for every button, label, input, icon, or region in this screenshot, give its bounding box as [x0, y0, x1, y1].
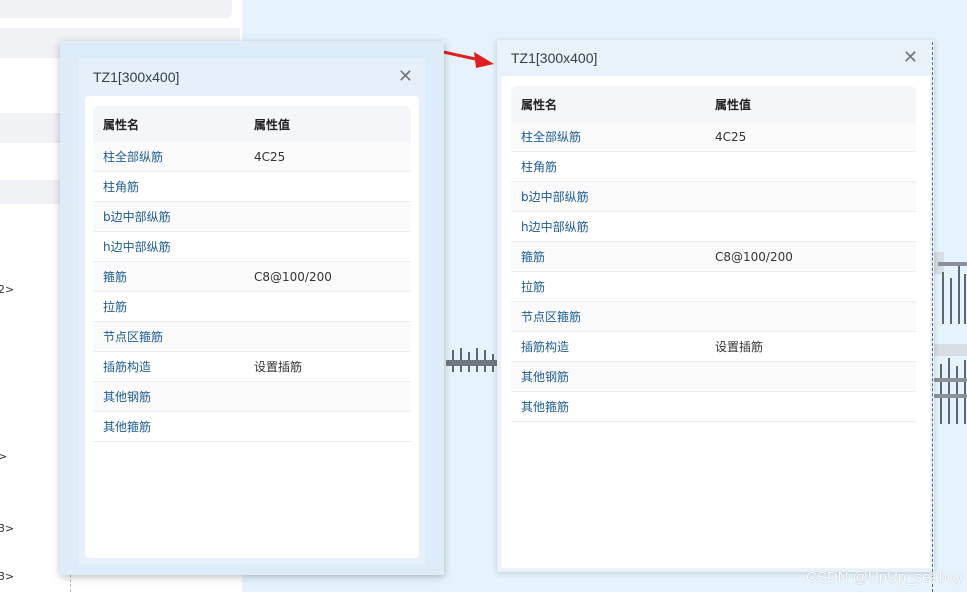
table-row[interactable]: 箍筋 C8@100/200 [511, 242, 916, 272]
selection-guide-line [932, 42, 933, 592]
property-name: 柱角筋 [521, 160, 558, 174]
table-row[interactable]: 插筋构造 设置插筋 [93, 352, 411, 382]
property-value: C8@100/200 [715, 249, 793, 264]
property-name: 其他钢筋 [521, 370, 570, 384]
property-name: 插筋构造 [103, 360, 152, 374]
property-name: 插筋构造 [521, 340, 570, 354]
column-header-name: 属性名 [103, 117, 140, 132]
table-body: 柱全部纵筋 4C25 柱角筋 b边中部纵筋 h边中部纵筋 箍筋 C8@100/200… [511, 122, 916, 422]
table-row[interactable]: 插筋构造 设置插筋 [511, 332, 916, 362]
tree-expand-marker[interactable]: 2> [0, 283, 14, 296]
property-name: 其他箍筋 [521, 400, 570, 414]
property-name: 其他箍筋 [103, 420, 152, 434]
table-row[interactable]: 柱角筋 [511, 152, 916, 182]
tree-expand-marker[interactable]: 3> [0, 522, 14, 535]
column-header-value: 属性值 [254, 117, 291, 132]
table-row[interactable]: 柱全部纵筋 4C25 [511, 122, 916, 152]
property-window-original[interactable]: TZ1[300x400] ✕ 属性名 属性值 柱全部纵筋 4C25 柱角筋 b边中… [60, 41, 444, 575]
window-header[interactable]: TZ1[300x400] ✕ [79, 58, 425, 96]
property-name: b边中部纵筋 [521, 190, 589, 204]
property-name: 箍筋 [103, 270, 128, 284]
table-header: 属性名 属性值 [511, 86, 916, 122]
property-value: C8@100/200 [254, 269, 332, 284]
window-title: TZ1[300x400] [511, 50, 598, 66]
property-table-container: 属性名 属性值 柱全部纵筋 4C25 柱角筋 b边中部纵筋 h边中部纵筋 箍筋 C8… [85, 96, 419, 558]
table-row[interactable]: h边中部纵筋 [511, 212, 916, 242]
property-name: 柱角筋 [103, 180, 140, 194]
property-name: h边中部纵筋 [521, 220, 589, 234]
property-value: 4C25 [254, 149, 286, 164]
column-header-value: 属性值 [715, 97, 752, 112]
property-value: 设置插筋 [254, 360, 303, 374]
tree-expand-marker[interactable]: > [0, 450, 7, 463]
watermark: CSDN @UpUp_seaboy [806, 569, 963, 586]
rebar-model-fragment [446, 344, 498, 372]
property-name: 柱全部纵筋 [103, 150, 164, 164]
property-value: 4C25 [715, 129, 747, 144]
table-row[interactable]: 柱全部纵筋 4C25 [93, 142, 411, 172]
table-row[interactable]: 箍筋 C8@100/200 [93, 262, 411, 292]
table-row[interactable]: 其他箍筋 [93, 412, 411, 442]
property-name: 其他钢筋 [103, 390, 152, 404]
property-table: 属性名 属性值 柱全部纵筋 4C25 柱角筋 b边中部纵筋 h边中部纵筋 箍筋 C8… [93, 106, 411, 442]
table-row[interactable]: 拉筋 [511, 272, 916, 302]
property-name: 节点区箍筋 [521, 310, 582, 324]
property-table-container: 属性名 属性值 柱全部纵筋 4C25 柱角筋 b边中部纵筋 h边中部纵筋 箍筋 C8… [501, 76, 930, 568]
property-name: 箍筋 [521, 250, 546, 264]
table-body: 柱全部纵筋 4C25 柱角筋 b边中部纵筋 h边中部纵筋 箍筋 C8@100/200… [93, 142, 411, 442]
property-name: 节点区箍筋 [103, 330, 164, 344]
table-row[interactable]: h边中部纵筋 [93, 232, 411, 262]
property-value: 设置插筋 [715, 340, 764, 354]
property-window-modified[interactable]: TZ1[300x400] ✕ 属性名 属性值 柱全部纵筋 4C25 柱角筋 b边中… [497, 40, 934, 572]
window-header[interactable]: TZ1[300x400] ✕ [497, 40, 934, 76]
property-window-body: TZ1[300x400] ✕ 属性名 属性值 柱全部纵筋 4C25 柱角筋 b边中… [79, 58, 425, 564]
property-name: 拉筋 [103, 300, 128, 314]
table-row[interactable]: 其他钢筋 [511, 362, 916, 392]
property-name: 柱全部纵筋 [521, 130, 582, 144]
table-header: 属性名 属性值 [93, 106, 411, 142]
property-name: h边中部纵筋 [103, 240, 171, 254]
table-row[interactable]: 其他钢筋 [93, 382, 411, 412]
tree-row[interactable] [0, 0, 232, 18]
close-icon[interactable]: ✕ [398, 68, 413, 86]
table-row[interactable]: 节点区箍筋 [511, 302, 916, 332]
rebar-model-fragment [934, 344, 967, 424]
table-row[interactable]: 柱角筋 [93, 172, 411, 202]
table-row[interactable]: b边中部纵筋 [511, 182, 916, 212]
table-row[interactable]: 节点区箍筋 [93, 322, 411, 352]
property-table: 属性名 属性值 柱全部纵筋 4C25 柱角筋 b边中部纵筋 h边中部纵筋 箍筋 C8… [511, 86, 916, 422]
property-name: 拉筋 [521, 280, 546, 294]
table-row[interactable]: b边中部纵筋 [93, 202, 411, 232]
window-title: TZ1[300x400] [93, 69, 180, 85]
property-name: b边中部纵筋 [103, 210, 171, 224]
table-row[interactable]: 拉筋 [93, 292, 411, 322]
rebar-model-fragment [934, 250, 967, 324]
tree-expand-marker[interactable]: 3> [0, 570, 14, 583]
column-header-name: 属性名 [521, 97, 558, 112]
table-row[interactable]: 其他箍筋 [511, 392, 916, 422]
close-icon[interactable]: ✕ [903, 49, 918, 67]
